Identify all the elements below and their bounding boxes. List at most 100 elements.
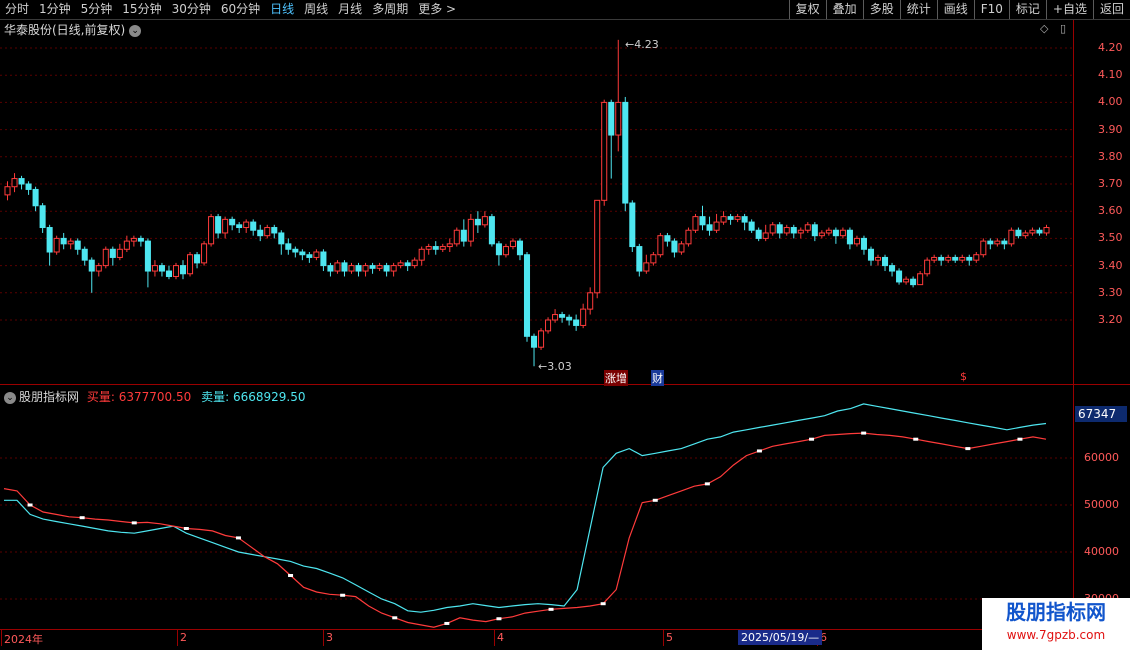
candle-body (474, 218, 481, 226)
candle-body (495, 243, 502, 256)
candle (201, 241, 208, 266)
candle-body (81, 248, 88, 261)
candle (734, 213, 741, 223)
candle (348, 262, 355, 274)
candle (966, 254, 973, 266)
price-tick-label: 3.80 (1098, 149, 1123, 163)
candle-body (959, 256, 966, 261)
buy-marker (131, 521, 137, 525)
candle-body (755, 229, 762, 239)
candle (404, 260, 411, 272)
candle-body (734, 216, 741, 220)
event-marker-zengbu[interactable]: 涨增 (604, 370, 628, 386)
candle-body (832, 229, 839, 237)
candle-body (243, 221, 250, 229)
candle (320, 249, 327, 272)
price-tick-label: 3.60 (1098, 204, 1123, 218)
price-tick-label: 4.20 (1098, 41, 1123, 54)
candle-body (123, 240, 130, 250)
event-marker-caibao[interactable]: 财 (651, 370, 664, 386)
candle-body (881, 256, 889, 267)
candle (706, 216, 713, 236)
candle (755, 227, 762, 242)
candle (88, 257, 95, 293)
candle (867, 246, 875, 266)
candle-body (137, 237, 144, 242)
candle-body (622, 101, 629, 204)
candle-body (172, 265, 180, 277)
buy-marker (496, 617, 502, 621)
candle-body (187, 254, 194, 275)
candle (769, 222, 776, 236)
event-marker-dividend[interactable]: $ (960, 370, 967, 383)
candle-body (636, 246, 643, 272)
candle (376, 262, 383, 272)
candle (67, 238, 74, 250)
candle-body (523, 254, 531, 337)
candle-body (931, 256, 938, 261)
candle-body (11, 178, 18, 188)
candle-body (292, 248, 299, 253)
chart-canvas (0, 39, 1072, 628)
candle (566, 314, 573, 326)
candle-body (509, 240, 516, 248)
candle-body (671, 240, 678, 253)
candle (187, 252, 194, 277)
candle-body (313, 251, 320, 258)
candle (299, 249, 306, 261)
candle-body (264, 227, 271, 237)
candle (137, 235, 144, 247)
candle-body (208, 216, 215, 245)
candle-body (215, 216, 222, 234)
candle (285, 238, 292, 255)
candle (987, 238, 994, 250)
indicator-title: ⌄ 股朋指标网 买量: 6377700.50 卖量: 6668929.50 (4, 388, 305, 405)
candle-body (748, 221, 755, 231)
candle-body (39, 205, 46, 229)
candle (643, 254, 650, 274)
candle (530, 333, 538, 367)
candle-body (194, 254, 201, 264)
candle (931, 254, 938, 263)
candle-body (545, 319, 552, 332)
candle-body (720, 216, 727, 223)
buy-marker (1017, 437, 1023, 441)
candle (474, 211, 481, 233)
buy-volume-readout: 买量: 6377700.50 (86, 390, 192, 404)
candle (959, 254, 966, 263)
candle (215, 213, 222, 239)
candle (924, 257, 931, 277)
candle (306, 252, 313, 263)
candle-body (397, 262, 404, 267)
candle-body (987, 240, 994, 245)
buy-marker (183, 527, 189, 530)
candle (994, 238, 1001, 247)
candle (1015, 227, 1022, 239)
candle-body (1029, 229, 1036, 234)
date-tick (323, 630, 324, 646)
candle-body (53, 237, 60, 253)
candle (502, 243, 509, 258)
price-tick-label: 3.90 (1098, 122, 1123, 136)
candle (678, 241, 685, 255)
candle-body (95, 265, 102, 272)
candle-body (1022, 232, 1029, 237)
candle (945, 254, 952, 263)
candle-body (222, 218, 229, 234)
candle-body (179, 265, 187, 275)
candle-body (910, 278, 917, 286)
arrow-left-icon: ← (625, 38, 635, 51)
candle (889, 262, 896, 277)
candle-body (860, 237, 867, 250)
price-tick-label: 3.30 (1098, 285, 1123, 299)
candle-body (573, 319, 580, 326)
candle-body (538, 330, 545, 348)
candle-body (404, 262, 411, 267)
chevron-down-icon[interactable]: ⌄ (4, 391, 16, 404)
candle-body (594, 199, 601, 294)
candle-body (67, 240, 74, 245)
candle-body (804, 224, 811, 231)
candle (903, 276, 910, 285)
current-value-box: 67347 (1075, 406, 1127, 422)
candle-body (818, 232, 825, 237)
